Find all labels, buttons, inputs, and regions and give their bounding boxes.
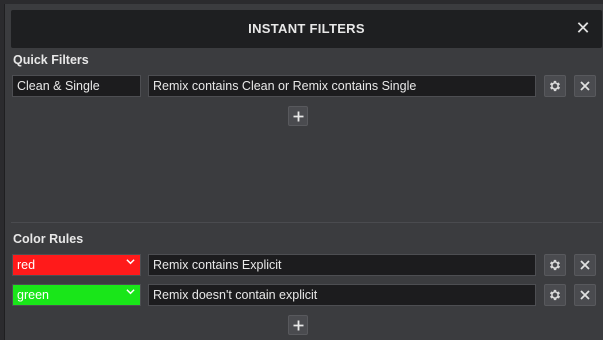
color-rule-color-select[interactable]: green [12,284,141,306]
gear-icon [549,289,561,301]
close-icon [580,290,590,300]
color-rule-color-select[interactable]: red [12,254,141,276]
color-rule-expression-input[interactable] [148,254,536,276]
chevron-down-icon [126,287,135,299]
dialog-titlebar: INSTANT FILTERS ✕ [11,10,602,48]
add-color-rule-button[interactable] [288,315,308,335]
gear-icon [549,259,561,271]
close-icon [580,81,590,91]
plus-icon [293,111,303,121]
quick-filter-remove-button[interactable] [574,75,596,97]
plus-icon [293,320,303,330]
section-divider [11,222,602,223]
color-rule-expression-input[interactable] [148,284,536,306]
instant-filters-dialog: INSTANT FILTERS ✕ Quick Filters Color Ru… [4,4,603,340]
quick-filter-expression-input[interactable] [148,75,536,97]
dialog-close-button[interactable]: ✕ [574,19,592,37]
color-rule-settings-button[interactable] [544,284,566,306]
quick-filter-settings-button[interactable] [544,75,566,97]
dialog-title: INSTANT FILTERS [248,21,365,36]
close-icon: ✕ [575,18,591,38]
color-rules-heading: Color Rules [13,232,84,246]
close-icon [580,260,590,270]
color-rule-remove-button[interactable] [574,284,596,306]
quick-filters-heading: Quick Filters [13,53,89,67]
color-rule-settings-button[interactable] [544,254,566,276]
add-quick-filter-button[interactable] [288,106,308,126]
chevron-down-icon [126,257,135,269]
color-rule-color-value: green [17,288,49,302]
quick-filter-name-input[interactable] [12,75,141,97]
gear-icon [549,80,561,92]
color-rule-remove-button[interactable] [574,254,596,276]
color-rule-color-value: red [17,258,36,272]
